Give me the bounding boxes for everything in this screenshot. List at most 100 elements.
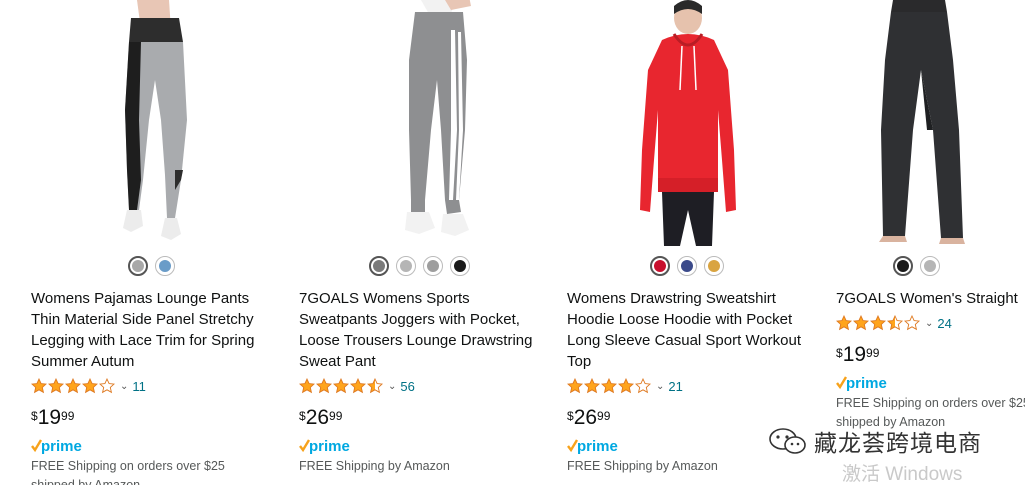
star-icon [65, 378, 81, 394]
color-swatch[interactable] [422, 256, 443, 276]
swatch-color [453, 260, 466, 272]
product-title[interactable]: Womens Pajamas Lounge Pants Thin Materia… [31, 288, 271, 372]
product-photo [405, 0, 471, 236]
price-fraction: 99 [329, 409, 343, 423]
color-swatch[interactable] [892, 256, 913, 276]
color-swatch[interactable] [677, 256, 697, 276]
product-rating[interactable]: ⌄ 21 [567, 377, 683, 395]
star-icon [367, 378, 383, 394]
star-icon [31, 378, 47, 394]
product-image-red-hoodie[interactable] [567, 0, 807, 246]
swatch-color [158, 260, 171, 272]
price-whole: 19 [842, 343, 867, 366]
product-card: Womens Drawstring Sweatshirt Hoodie Loos… [567, 0, 817, 485]
product-grid: Womens Pajamas Lounge Pants Thin Materia… [0, 0, 1025, 485]
star-icon [350, 378, 366, 394]
product-photo [878, 0, 965, 244]
shipping-info: FREE Shipping by Amazon [567, 459, 718, 473]
product-photo [123, 0, 187, 240]
prime-label: prime [309, 438, 350, 455]
shipping-info: FREE Shipping on orders over $25 [836, 396, 1025, 410]
product-card: Womens Pajamas Lounge Pants Thin Materia… [31, 0, 281, 485]
color-swatch[interactable] [919, 256, 940, 276]
swatch-color [372, 260, 385, 272]
watermark-text: 藏龙荟跨境电商 [814, 430, 982, 456]
prime-label: prime [846, 375, 887, 392]
product-price[interactable]: $ 19 99 [836, 343, 879, 367]
prime-label: prime [41, 438, 82, 455]
color-swatch[interactable] [449, 256, 470, 276]
product-price[interactable]: $ 19 99 [31, 406, 74, 430]
review-count[interactable]: 24 [937, 316, 951, 331]
review-count[interactable]: 21 [668, 379, 682, 394]
color-swatch[interactable] [395, 256, 416, 276]
price-fraction: 99 [866, 346, 880, 360]
price-fraction: 99 [61, 409, 75, 423]
price-symbol: $ [836, 346, 843, 360]
price-whole: 26 [305, 406, 330, 429]
product-card: 7GOALS Women's Straight ⌄ 24 $ 19 99 pri… [836, 0, 1025, 485]
product-rating[interactable]: ⌄ 24 [836, 314, 952, 332]
product-photo [640, 0, 736, 246]
product-title[interactable]: Womens Drawstring Sweatshirt Hoodie Loos… [567, 288, 807, 372]
color-swatch[interactable] [704, 256, 724, 276]
product-image-black-straight-pants[interactable] [836, 0, 1025, 246]
product-title[interactable]: 7GOALS Women's Straight [836, 288, 1025, 309]
windows-activation-notice: 激活 Windows [842, 464, 963, 485]
shipping-info: FREE Shipping on orders over $25 [31, 459, 225, 473]
product-image-gray-leggings[interactable] [31, 0, 271, 246]
chevron-down-icon[interactable]: ⌄ [656, 381, 664, 392]
product-card: 7GOALS Womens Sports Sweatpants Joggers … [299, 0, 549, 485]
review-count[interactable]: 56 [400, 379, 414, 394]
star-icon [567, 378, 583, 394]
swatch-color [131, 260, 144, 272]
review-count[interactable]: 11 [132, 379, 146, 394]
product-title[interactable]: 7GOALS Womens Sports Sweatpants Joggers … [299, 288, 539, 372]
star-icon [82, 378, 98, 394]
color-swatches [567, 256, 807, 276]
shipping-info: FREE Shipping by Amazon [299, 459, 450, 473]
price-symbol: $ [299, 409, 306, 423]
product-price[interactable]: $ 26 99 [299, 406, 342, 430]
price-whole: 19 [37, 406, 62, 429]
star-icon [836, 315, 852, 331]
prime-badge[interactable]: prime [836, 374, 892, 392]
price-fraction: 99 [597, 409, 611, 423]
swatch-color [896, 260, 909, 272]
star-icon [99, 378, 115, 394]
star-icon [618, 378, 634, 394]
product-rating[interactable]: ⌄ 56 [299, 377, 415, 395]
star-icon [904, 315, 920, 331]
star-icon [853, 315, 869, 331]
color-swatch[interactable] [650, 256, 670, 276]
swatch-color [708, 260, 720, 272]
color-swatches [836, 256, 1025, 276]
star-rating [299, 378, 383, 394]
swatch-color [923, 260, 936, 272]
swatch-color [426, 260, 439, 272]
color-swatch[interactable] [368, 256, 389, 276]
prime-logo-icon: prime [31, 438, 82, 455]
chevron-down-icon[interactable]: ⌄ [120, 381, 128, 392]
product-rating[interactable]: ⌄ 11 [31, 377, 146, 395]
star-icon [887, 315, 903, 331]
product-image-gray-joggers[interactable] [299, 0, 539, 246]
prime-badge[interactable]: prime [567, 437, 623, 455]
star-rating [836, 315, 920, 331]
prime-badge[interactable]: prime [31, 437, 87, 455]
product-price[interactable]: $ 26 99 [567, 406, 610, 430]
star-rating [567, 378, 651, 394]
star-icon [299, 378, 315, 394]
prime-label: prime [577, 438, 618, 455]
chevron-down-icon[interactable]: ⌄ [925, 318, 933, 329]
prime-badge[interactable]: prime [299, 437, 355, 455]
star-icon [333, 378, 349, 394]
star-icon [316, 378, 332, 394]
swatch-color [681, 260, 693, 272]
price-whole: 26 [573, 406, 598, 429]
chevron-down-icon[interactable]: ⌄ [388, 381, 396, 392]
swatch-color [399, 260, 412, 272]
color-swatch[interactable] [154, 256, 175, 276]
color-swatch[interactable] [127, 256, 148, 276]
prime-logo-icon: prime [836, 375, 887, 392]
